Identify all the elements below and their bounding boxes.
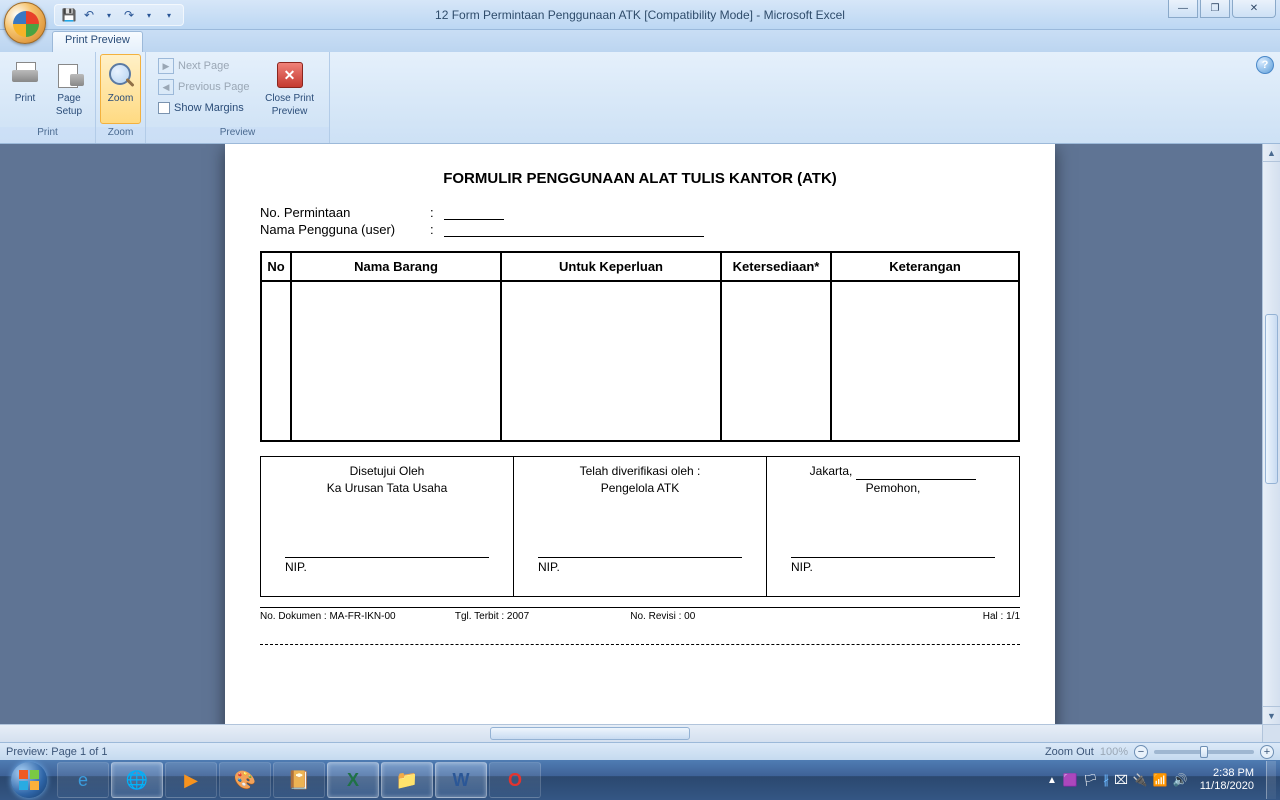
table-row	[261, 281, 1019, 441]
zoom-plus-button[interactable]: +	[1260, 745, 1274, 759]
ie-icon: e	[78, 770, 88, 791]
field-nama-pengguna: Nama Pengguna (user):	[260, 222, 1020, 237]
table-barang: No Nama Barang Untuk Keperluan Ketersedi…	[260, 251, 1020, 442]
previous-page-icon: ◀	[158, 79, 174, 95]
flag-icon[interactable]: 🏳	[1083, 773, 1098, 787]
next-page-button: ▶ Next Page	[154, 56, 254, 76]
tray-misc-icon[interactable]: ⌧	[1114, 773, 1128, 787]
title-bar: 💾 ↶ ▾ ↷ ▾ ▾ 12 Form Permintaan Penggunaa…	[0, 0, 1280, 30]
taskbar-clock[interactable]: 2:38 PM 11/18/2020	[1194, 767, 1260, 792]
zoom-out-label[interactable]: Zoom Out	[1045, 746, 1094, 758]
scroll-corner	[1262, 724, 1280, 742]
window-title: 12 Form Permintaan Penggunaan ATK [Compa…	[0, 8, 1280, 22]
zoom-slider[interactable]	[1154, 750, 1254, 754]
sign-verifikasi: Telah diverifikasi oleh : Pengelola ATK …	[514, 457, 767, 597]
task-chrome[interactable]: 🌐	[111, 762, 163, 798]
task-media-player[interactable]: ▶	[165, 762, 217, 798]
scroll-thumb[interactable]	[490, 727, 690, 740]
power-icon[interactable]: 🔌	[1133, 773, 1148, 787]
system-tray: ▲ 🟪 🏳 ∦ ⌧ 🔌 📶 🔊 2:38 PM 11/18/2020	[1047, 761, 1278, 799]
start-button[interactable]	[2, 760, 56, 800]
horizontal-scrollbar[interactable]	[0, 724, 1262, 742]
media-player-icon: ▶	[184, 770, 198, 791]
checkbox-icon	[158, 102, 170, 114]
onenote-tray-icon[interactable]: 🟪	[1063, 773, 1078, 787]
windows-logo-icon	[11, 762, 47, 798]
volume-icon[interactable]: 🔊	[1173, 773, 1188, 787]
sticky-notes-icon: 📔	[288, 770, 310, 791]
ribbon: ? Print Page Setup Print Zoom Zoom	[0, 52, 1280, 144]
close-print-preview-button[interactable]: ✕ Close Print Preview	[260, 54, 320, 124]
magnifier-icon	[105, 59, 137, 91]
tray-overflow-icon[interactable]: ▲	[1047, 775, 1057, 786]
next-page-icon: ▶	[158, 58, 174, 74]
group-label-zoom: Zoom	[96, 127, 145, 143]
task-ie[interactable]: e	[57, 762, 109, 798]
status-page-info: Preview: Page 1 of 1	[6, 746, 108, 758]
help-button[interactable]: ?	[1256, 56, 1274, 74]
task-notes[interactable]: 📔	[273, 762, 325, 798]
previous-page-button: ◀ Previous Page	[154, 77, 254, 97]
zoom-minus-button[interactable]: −	[1134, 745, 1148, 759]
maximize-button[interactable]: ❐	[1200, 0, 1230, 18]
bluetooth-icon[interactable]: ∦	[1103, 773, 1109, 787]
status-bar: Preview: Page 1 of 1 Zoom Out 100% − +	[0, 742, 1280, 760]
scroll-thumb[interactable]	[1265, 314, 1278, 484]
page-setup-button[interactable]: Page Setup	[48, 54, 90, 124]
page-preview[interactable]: FORMULIR PENGGUNAAN ALAT TULIS KANTOR (A…	[225, 144, 1055, 742]
task-opera[interactable]: O	[489, 762, 541, 798]
zoom-percent: 100%	[1100, 746, 1128, 758]
th-no: No	[261, 252, 291, 281]
scroll-up-icon[interactable]: ▲	[1263, 144, 1280, 162]
group-label-print: Print	[0, 127, 95, 143]
tab-print-preview[interactable]: Print Preview	[52, 31, 143, 52]
th-keterangan: Keterangan	[831, 252, 1019, 281]
doc-footer: No. Dokumen : MA-FR-IKN-00 Tgl. Terbit :…	[260, 607, 1020, 622]
print-button[interactable]: Print	[4, 54, 46, 124]
task-paint[interactable]: 🎨	[219, 762, 271, 798]
preview-area: FORMULIR PENGGUNAAN ALAT TULIS KANTOR (A…	[0, 144, 1280, 742]
folder-icon: 📁	[396, 770, 418, 791]
sign-pemohon: Jakarta, Pemohon, NIP.	[767, 457, 1020, 597]
paint-icon: 🎨	[234, 770, 256, 791]
network-icon[interactable]: 📶	[1153, 773, 1168, 787]
th-untuk-keperluan: Untuk Keperluan	[501, 252, 721, 281]
task-excel[interactable]: X	[327, 762, 379, 798]
minimize-button[interactable]: —	[1168, 0, 1198, 18]
signature-table: Disetujui Oleh Ka Urusan Tata Usaha NIP.…	[260, 456, 1020, 597]
task-explorer[interactable]: 📁	[381, 762, 433, 798]
excel-icon: X	[347, 770, 359, 791]
th-nama-barang: Nama Barang	[291, 252, 501, 281]
chrome-icon: 🌐	[126, 770, 148, 791]
office-button[interactable]	[4, 2, 48, 46]
taskbar: e 🌐 ▶ 🎨 📔 X 📁 W O ▲ 🟪 🏳 ∦ ⌧ 🔌 📶 🔊 2:38 P…	[0, 760, 1280, 800]
word-icon: W	[453, 770, 470, 791]
opera-icon: O	[508, 770, 522, 791]
sign-disetujui: Disetujui Oleh Ka Urusan Tata Usaha NIP.	[261, 457, 514, 597]
show-margins-checkbox[interactable]: Show Margins	[154, 98, 254, 118]
close-button[interactable]: ✕	[1232, 0, 1276, 18]
th-ketersediaan: Ketersediaan*	[721, 252, 831, 281]
vertical-scrollbar[interactable]: ▲ ▼	[1262, 144, 1280, 724]
scroll-down-icon[interactable]: ▼	[1263, 706, 1280, 724]
show-desktop-button[interactable]	[1266, 761, 1276, 799]
zoom-button[interactable]: Zoom	[100, 54, 141, 124]
printer-icon	[9, 59, 41, 91]
task-word[interactable]: W	[435, 762, 487, 798]
group-label-preview: Preview	[146, 127, 329, 143]
close-icon: ✕	[274, 59, 306, 91]
page-setup-icon	[53, 59, 85, 91]
ribbon-tabs: Print Preview	[0, 30, 1280, 52]
doc-title: FORMULIR PENGGUNAAN ALAT TULIS KANTOR (A…	[260, 170, 1020, 187]
dashed-separator	[260, 644, 1020, 645]
field-no-permintaan: No. Permintaan:	[260, 205, 1020, 220]
